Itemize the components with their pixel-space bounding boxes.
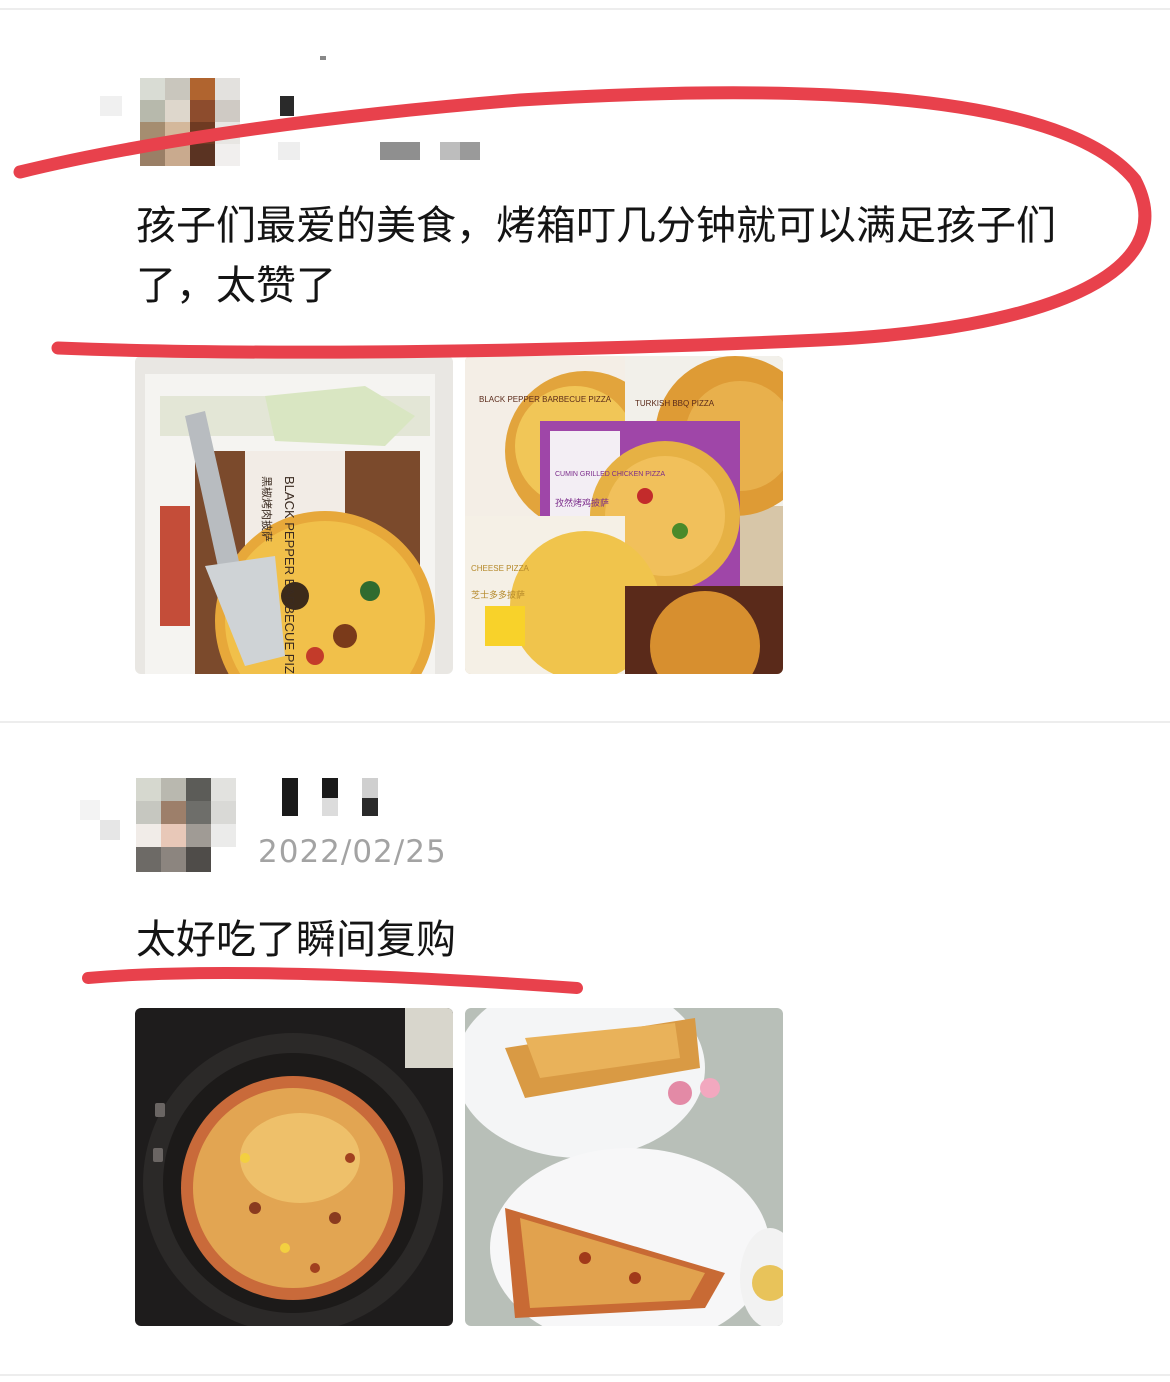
box-caption-d: CHEESE PIZZA — [471, 564, 529, 573]
review-divider — [0, 721, 1170, 723]
box-caption-a: BLACK PEPPER BARBECUE PIZZA — [479, 395, 612, 404]
bottom-divider — [0, 1374, 1170, 1376]
box-caption-c: CUMIN GRILLED CHICKEN PIZZA — [555, 471, 665, 478]
review-text: 太好吃了瞬间复购 — [136, 917, 456, 963]
pizza-slices-photo — [465, 1008, 783, 1326]
pizza-in-pot-photo — [135, 1008, 453, 1326]
avatar-side-blur — [80, 800, 120, 840]
review-item: 孩子们最爱的美食，烤箱叮几分钟就可以满足孩子们了，太赞了 BLACK PEPPE… — [0, 0, 1170, 720]
username-censored — [270, 50, 490, 170]
pizza-boxes-photo: BLACK PEPPER BARBECUE PIZZA TURKISH BBQ … — [465, 356, 783, 674]
review-date: 2022/02/25 — [258, 834, 447, 870]
box-caption-cn: 黑椒烤肉披萨 — [260, 476, 274, 542]
review-item: 2022/02/25 太好吃了瞬间复购 — [0, 724, 1170, 1382]
username-censored — [270, 774, 390, 824]
review-text: 孩子们最爱的美食，烤箱叮几分钟就可以满足孩子们了，太赞了 — [136, 203, 1056, 309]
box-caption: BLACK PEPPER BARBECUE PIZZA — [282, 476, 297, 674]
review-photo[interactable] — [465, 1008, 783, 1326]
review-photo[interactable]: BLACK PEPPER BARBECUE PIZZA 黑椒烤肉披萨 — [135, 356, 453, 674]
pizza-box-photo: BLACK PEPPER BARBECUE PIZZA 黑椒烤肉披萨 — [135, 356, 453, 674]
avatar[interactable] — [136, 778, 236, 872]
review-photo[interactable]: BLACK PEPPER BARBECUE PIZZA TURKISH BBQ … — [465, 356, 783, 674]
avatar[interactable] — [140, 78, 240, 166]
box-caption-d-cn: 芝士多多披萨 — [471, 589, 525, 601]
review-feed: 孩子们最爱的美食，烤箱叮几分钟就可以满足孩子们了，太赞了 BLACK PEPPE… — [0, 0, 1170, 1382]
review-photo[interactable] — [135, 1008, 453, 1326]
box-caption-c-cn: 孜然烤鸡披萨 — [555, 497, 609, 509]
avatar-side-blur — [100, 96, 122, 116]
box-caption-b: TURKISH BBQ PIZZA — [635, 399, 715, 408]
